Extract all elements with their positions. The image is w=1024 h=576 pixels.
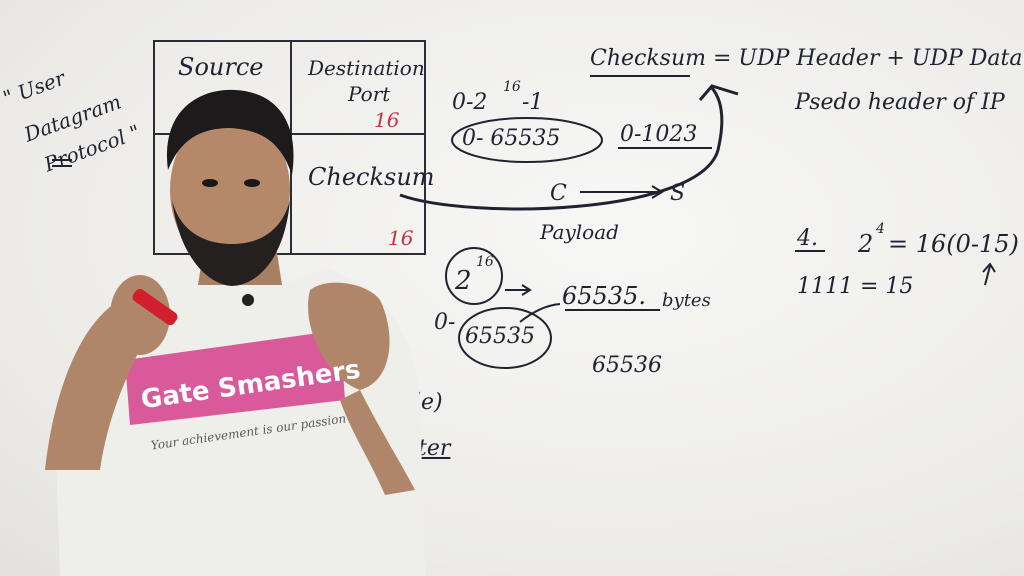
whiteboard: Source Destination Port 16 Checksum 16 "… <box>0 0 1024 576</box>
presenter-figure <box>45 89 425 576</box>
